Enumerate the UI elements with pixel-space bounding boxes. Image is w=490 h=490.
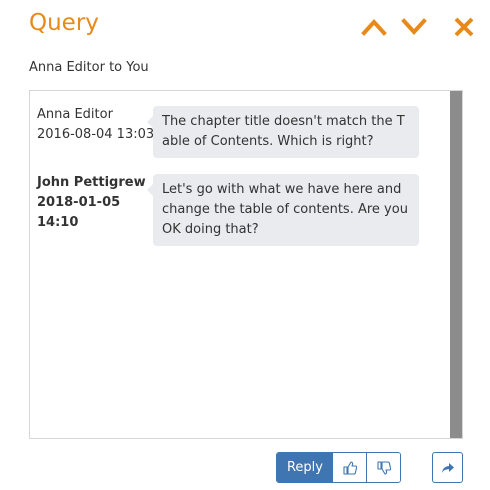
message-bubble: Let's go with what we have here and chan… [147,174,419,246]
message-bubble: The chapter title doesn't match the Tabl… [147,106,419,158]
chevron-up-icon[interactable] [360,14,388,40]
share-forward-icon[interactable] [432,452,463,483]
close-icon[interactable] [452,14,476,40]
message-timestamp: 2016-08-04 13:03 [37,127,155,142]
message-meta: Anna Editor 2016-08-04 13:03 [37,105,155,145]
scrollbar[interactable] [450,91,462,438]
thumbs-up-icon[interactable] [333,453,366,482]
page-title: Query [29,10,99,36]
thumbs-down-icon[interactable] [366,453,400,482]
message-timestamp: 2018-01-05 14:10 [37,195,121,230]
reply-button-group: Reply [276,452,401,483]
message-thread[interactable]: Anna Editor 2016-08-04 13:03 The chapter… [29,90,463,439]
reply-button[interactable]: Reply [277,453,333,482]
message-meta: John Pettigrew 2018-01-05 14:10 [37,173,155,233]
message-author: John Pettigrew [37,175,146,190]
message-author: Anna Editor [37,107,113,122]
query-participants: Anna Editor to You [29,60,149,75]
chevron-down-icon[interactable] [400,14,428,40]
